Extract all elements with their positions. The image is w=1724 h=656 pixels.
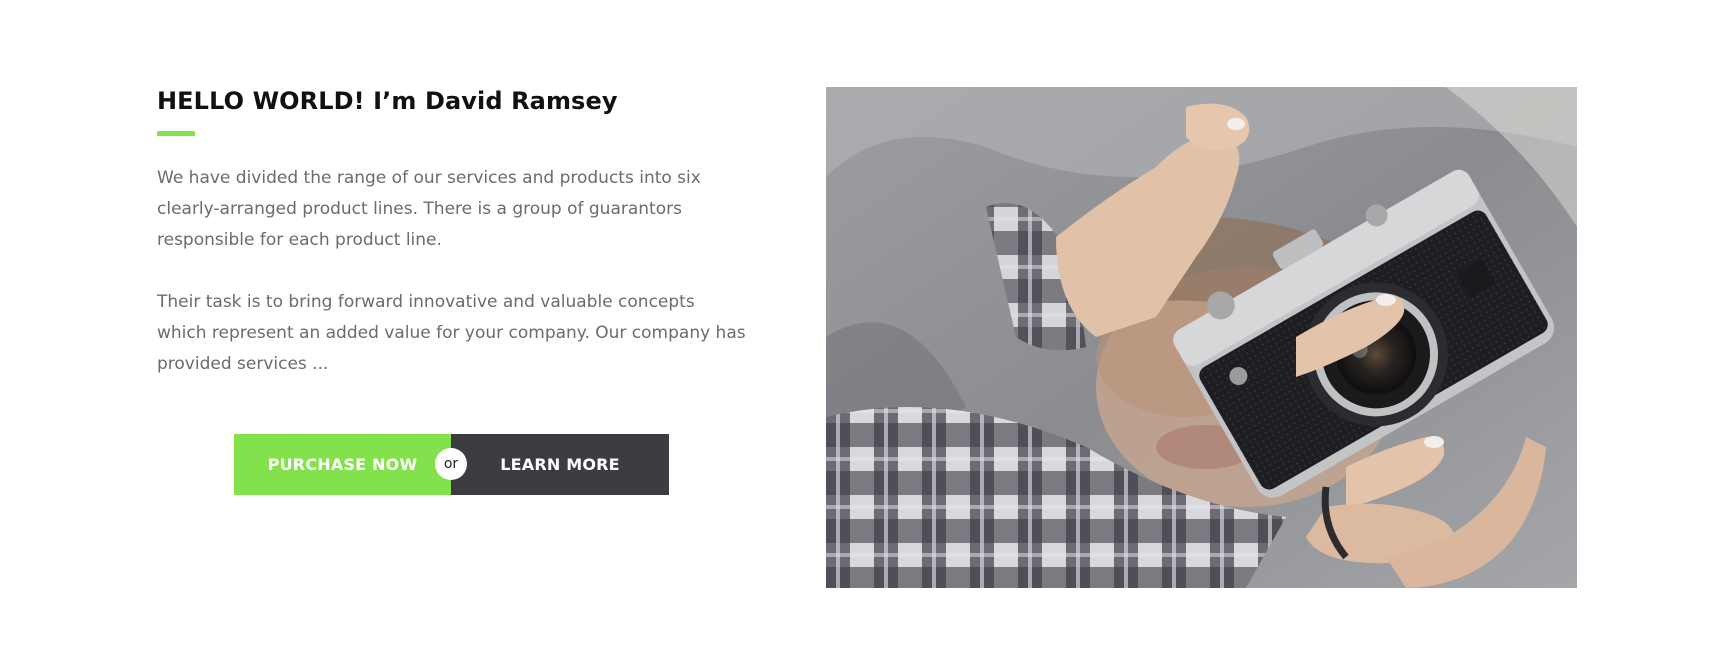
page-title: HELLO WORLD! I’m David Ramsey: [157, 87, 618, 115]
intro-paragraph-1: We have divided the range of our service…: [157, 168, 701, 250]
cta-button-group: PURCHASE NOW LEARN MORE or: [234, 434, 669, 495]
intro-paragraph-2: Their task is to bring forward innovativ…: [157, 292, 746, 374]
hero-photo: [826, 87, 1577, 588]
camera-photo-illustration: [826, 87, 1577, 588]
or-separator-badge: or: [435, 448, 467, 480]
title-underline-accent: [157, 131, 195, 136]
learn-more-button[interactable]: LEARN MORE: [451, 434, 669, 495]
purchase-now-button[interactable]: PURCHASE NOW: [234, 434, 451, 495]
intro-section: HELLO WORLD! I’m David Ramsey We have di…: [157, 84, 757, 380]
